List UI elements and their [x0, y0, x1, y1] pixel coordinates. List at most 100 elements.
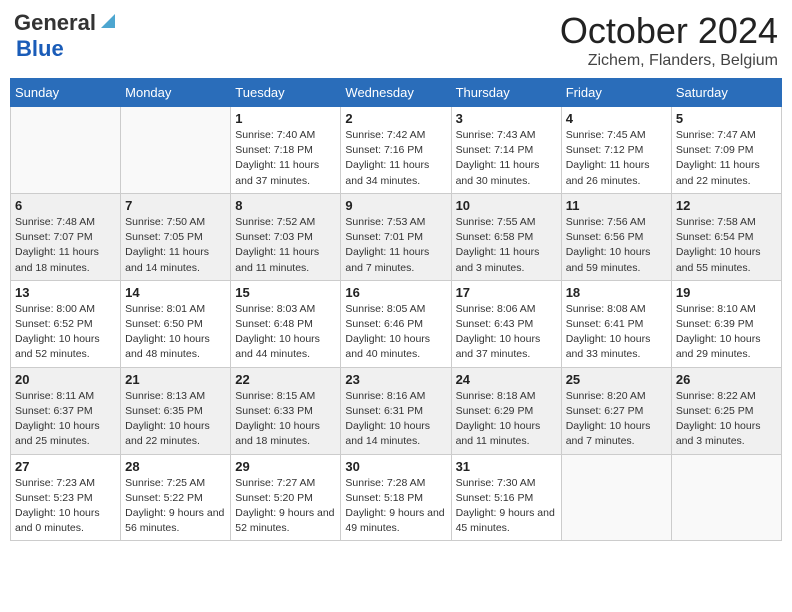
calendar-cell: [671, 454, 781, 541]
day-number: 24: [456, 372, 557, 387]
day-number: 31: [456, 459, 557, 474]
calendar-row-4: 20 Sunrise: 8:11 AMSunset: 6:37 PMDayligh…: [11, 367, 782, 454]
day-info: Sunrise: 7:27 AMSunset: 5:20 PMDaylight:…: [235, 476, 336, 537]
day-number: 13: [15, 285, 116, 300]
calendar-cell: 19 Sunrise: 8:10 AMSunset: 6:39 PMDayligh…: [671, 280, 781, 367]
day-number: 19: [676, 285, 777, 300]
day-number: 25: [566, 372, 667, 387]
calendar-cell: 26 Sunrise: 8:22 AMSunset: 6:25 PMDayligh…: [671, 367, 781, 454]
calendar-cell: 22 Sunrise: 8:15 AMSunset: 6:33 PMDayligh…: [231, 367, 341, 454]
day-info: Sunrise: 7:53 AMSunset: 7:01 PMDaylight:…: [345, 215, 446, 276]
day-number: 23: [345, 372, 446, 387]
day-number: 2: [345, 111, 446, 126]
calendar-table: Sunday Monday Tuesday Wednesday Thursday…: [10, 78, 782, 541]
day-info: Sunrise: 7:52 AMSunset: 7:03 PMDaylight:…: [235, 215, 336, 276]
calendar-cell: 1 Sunrise: 7:40 AMSunset: 7:18 PMDaylight…: [231, 107, 341, 194]
day-info: Sunrise: 8:22 AMSunset: 6:25 PMDaylight:…: [676, 389, 777, 450]
col-tuesday: Tuesday: [231, 79, 341, 107]
day-number: 20: [15, 372, 116, 387]
col-thursday: Thursday: [451, 79, 561, 107]
calendar-cell: 12Sunrise: 7:58 AMSunset: 6:54 PMDayligh…: [671, 193, 781, 280]
calendar-cell: [561, 454, 671, 541]
day-info: Sunrise: 8:03 AMSunset: 6:48 PMDaylight:…: [235, 302, 336, 363]
calendar-cell: 21Sunrise: 8:13 AMSunset: 6:35 PMDayligh…: [121, 367, 231, 454]
day-info: Sunrise: 8:16 AMSunset: 6:31 PMDaylight:…: [345, 389, 446, 450]
day-number: 29: [235, 459, 336, 474]
calendar-row-1: 1 Sunrise: 7:40 AMSunset: 7:18 PMDaylight…: [11, 107, 782, 194]
day-number: 30: [345, 459, 446, 474]
day-number: 6: [15, 198, 116, 213]
logo-arrow-icon: [97, 10, 119, 32]
day-number: 9: [345, 198, 446, 213]
day-number: 1: [235, 111, 336, 126]
day-info: Sunrise: 8:00 AMSunset: 6:52 PMDaylight:…: [15, 302, 116, 363]
calendar-cell: 9 Sunrise: 7:53 AMSunset: 7:01 PMDaylight…: [341, 193, 451, 280]
calendar-cell: 27Sunrise: 7:23 AMSunset: 5:23 PMDayligh…: [11, 454, 121, 541]
calendar-row-3: 13 Sunrise: 8:00 AMSunset: 6:52 PMDayligh…: [11, 280, 782, 367]
day-info: Sunrise: 8:01 AMSunset: 6:50 PMDaylight:…: [125, 302, 226, 363]
day-number: 14: [125, 285, 226, 300]
day-info: Sunrise: 7:25 AMSunset: 5:22 PMDaylight:…: [125, 476, 226, 537]
day-number: 26: [676, 372, 777, 387]
day-number: 18: [566, 285, 667, 300]
day-number: 15: [235, 285, 336, 300]
logo-blue-text: Blue: [16, 36, 64, 61]
title-block: October 2024 Zichem, Flanders, Belgium: [560, 10, 778, 70]
calendar-cell: 2 Sunrise: 7:42 AMSunset: 7:16 PMDaylight…: [341, 107, 451, 194]
calendar-cell: 18 Sunrise: 8:08 AMSunset: 6:41 PMDayligh…: [561, 280, 671, 367]
col-saturday: Saturday: [671, 79, 781, 107]
day-info: Sunrise: 8:08 AMSunset: 6:41 PMDaylight:…: [566, 302, 667, 363]
calendar-cell: 6Sunrise: 7:48 AMSunset: 7:07 PMDaylight…: [11, 193, 121, 280]
day-info: Sunrise: 8:06 AMSunset: 6:43 PMDaylight:…: [456, 302, 557, 363]
day-number: 16: [345, 285, 446, 300]
day-number: 8: [235, 198, 336, 213]
day-number: 11: [566, 198, 667, 213]
day-info: Sunrise: 7:42 AMSunset: 7:16 PMDaylight:…: [345, 128, 446, 189]
day-info: Sunrise: 8:10 AMSunset: 6:39 PMDaylight:…: [676, 302, 777, 363]
day-info: Sunrise: 7:23 AMSunset: 5:23 PMDaylight:…: [15, 476, 116, 537]
calendar-cell: 13 Sunrise: 8:00 AMSunset: 6:52 PMDayligh…: [11, 280, 121, 367]
day-info: Sunrise: 7:55 AMSunset: 6:58 PMDaylight:…: [456, 215, 557, 276]
day-number: 21: [125, 372, 226, 387]
calendar-cell: 25 Sunrise: 8:20 AMSunset: 6:27 PMDayligh…: [561, 367, 671, 454]
day-info: Sunrise: 8:18 AMSunset: 6:29 PMDaylight:…: [456, 389, 557, 450]
calendar-cell: 15 Sunrise: 8:03 AMSunset: 6:48 PMDayligh…: [231, 280, 341, 367]
day-info: Sunrise: 8:15 AMSunset: 6:33 PMDaylight:…: [235, 389, 336, 450]
day-number: 28: [125, 459, 226, 474]
day-info: Sunrise: 7:47 AMSunset: 7:09 PMDaylight:…: [676, 128, 777, 189]
day-number: 22: [235, 372, 336, 387]
day-info: Sunrise: 7:28 AMSunset: 5:18 PMDaylight:…: [345, 476, 446, 537]
calendar-cell: 29 Sunrise: 7:27 AMSunset: 5:20 PMDayligh…: [231, 454, 341, 541]
calendar-cell: 23 Sunrise: 8:16 AMSunset: 6:31 PMDayligh…: [341, 367, 451, 454]
day-info: Sunrise: 7:50 AMSunset: 7:05 PMDaylight:…: [125, 215, 226, 276]
calendar-cell: 4Sunrise: 7:45 AMSunset: 7:12 PMDaylight…: [561, 107, 671, 194]
day-info: Sunrise: 8:11 AMSunset: 6:37 PMDaylight:…: [15, 389, 116, 450]
col-sunday: Sunday: [11, 79, 121, 107]
day-info: Sunrise: 8:05 AMSunset: 6:46 PMDaylight:…: [345, 302, 446, 363]
logo: General Blue: [14, 10, 119, 62]
day-number: 3: [456, 111, 557, 126]
calendar-row-2: 6Sunrise: 7:48 AMSunset: 7:07 PMDaylight…: [11, 193, 782, 280]
day-info: Sunrise: 7:58 AMSunset: 6:54 PMDaylight:…: [676, 215, 777, 276]
calendar-cell: 11 Sunrise: 7:56 AMSunset: 6:56 PMDayligh…: [561, 193, 671, 280]
calendar-row-5: 27Sunrise: 7:23 AMSunset: 5:23 PMDayligh…: [11, 454, 782, 541]
day-info: Sunrise: 8:20 AMSunset: 6:27 PMDaylight:…: [566, 389, 667, 450]
calendar-cell: [121, 107, 231, 194]
calendar-cell: [11, 107, 121, 194]
logo-general-text: General: [14, 10, 96, 36]
col-wednesday: Wednesday: [341, 79, 451, 107]
calendar-cell: 17 Sunrise: 8:06 AMSunset: 6:43 PMDayligh…: [451, 280, 561, 367]
col-monday: Monday: [121, 79, 231, 107]
col-friday: Friday: [561, 79, 671, 107]
calendar-cell: 24 Sunrise: 8:18 AMSunset: 6:29 PMDayligh…: [451, 367, 561, 454]
calendar-cell: 28 Sunrise: 7:25 AMSunset: 5:22 PMDayligh…: [121, 454, 231, 541]
day-info: Sunrise: 7:56 AMSunset: 6:56 PMDaylight:…: [566, 215, 667, 276]
calendar-cell: 14 Sunrise: 8:01 AMSunset: 6:50 PMDayligh…: [121, 280, 231, 367]
calendar-cell: 7Sunrise: 7:50 AMSunset: 7:05 PMDaylight…: [121, 193, 231, 280]
page-title: October 2024: [560, 10, 778, 52]
day-info: Sunrise: 7:43 AMSunset: 7:14 PMDaylight:…: [456, 128, 557, 189]
day-info: Sunrise: 7:40 AMSunset: 7:18 PMDaylight:…: [235, 128, 336, 189]
day-number: 17: [456, 285, 557, 300]
calendar-cell: 20 Sunrise: 8:11 AMSunset: 6:37 PMDayligh…: [11, 367, 121, 454]
calendar-cell: 5Sunrise: 7:47 AMSunset: 7:09 PMDaylight…: [671, 107, 781, 194]
